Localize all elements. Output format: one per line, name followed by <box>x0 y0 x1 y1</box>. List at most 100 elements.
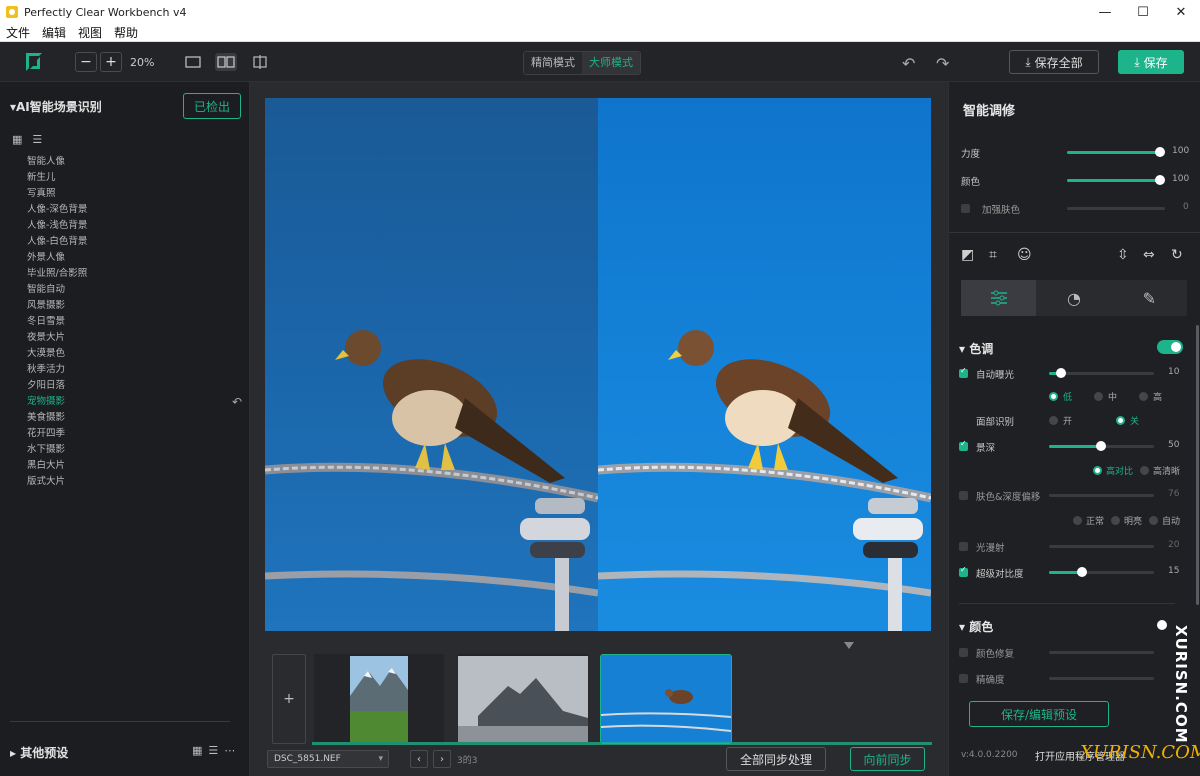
scene-item[interactable]: 大漠景色 <box>27 346 87 362</box>
color-fix-checkbox[interactable] <box>959 648 968 657</box>
scene-item[interactable]: 毕业照/合影照 <box>27 266 87 282</box>
reset-icon[interactable]: ↶ <box>232 395 242 409</box>
skin-bright-radio[interactable] <box>1111 516 1120 525</box>
scene-item[interactable]: 宠物摄影 <box>27 394 87 410</box>
scene-item[interactable]: 美食摄影 <box>27 410 87 426</box>
skin-enhance-checkbox[interactable] <box>961 204 970 213</box>
flip-horizontal-icon[interactable]: ⇔ <box>1143 247 1155 263</box>
scene-item[interactable]: 水下摄影 <box>27 442 87 458</box>
depth-slider[interactable] <box>1049 441 1154 451</box>
grid-view-icon[interactable]: ▦ <box>192 744 202 757</box>
more-icon[interactable]: ⋯ <box>224 744 235 757</box>
scene-item[interactable]: 秋季活力 <box>27 362 87 378</box>
thumbnail-selected[interactable] <box>600 654 732 744</box>
thumbnail[interactable] <box>314 654 444 744</box>
file-select[interactable]: DSC_5851.NEF <box>267 750 389 768</box>
scene-item[interactable]: 人像-白色背景 <box>27 234 87 250</box>
thumbnail[interactable] <box>458 654 588 744</box>
before-image[interactable] <box>265 98 598 631</box>
color-section-header[interactable]: ▾ 颜色 <box>959 618 993 635</box>
tone-section-header[interactable]: ▾ 色调 <box>959 340 993 357</box>
scene-item[interactable]: 版式大片 <box>27 474 87 490</box>
exposure-high-radio[interactable] <box>1139 392 1148 401</box>
scene-item[interactable]: 外景人像 <box>27 250 87 266</box>
accuracy-checkbox[interactable] <box>959 674 968 683</box>
depth-high-contrast-radio[interactable] <box>1093 466 1102 475</box>
scene-item[interactable]: 人像-深色背景 <box>27 202 87 218</box>
simple-mode-button[interactable]: 精简模式 <box>524 52 582 74</box>
zoom-in-button[interactable]: + <box>100 52 122 72</box>
save-edit-preset-button[interactable]: 保存/编辑预设 <box>969 701 1109 727</box>
face-detect-off-radio[interactable] <box>1116 416 1125 425</box>
slider-knob[interactable] <box>1155 175 1165 185</box>
crop-icon[interactable]: ⌗ <box>989 247 997 263</box>
skin-auto-radio[interactable] <box>1149 516 1158 525</box>
scene-item[interactable]: 夕阳日落 <box>27 378 87 394</box>
skin-depth-checkbox[interactable] <box>959 491 968 500</box>
filmstrip-scrollbar[interactable] <box>312 742 932 745</box>
scene-item[interactable]: 新生儿 <box>27 170 87 186</box>
redo-icon[interactable]: ↷ <box>936 54 949 73</box>
crop-compare-icon[interactable] <box>249 53 271 71</box>
sync-previous-button[interactable]: 向前同步 <box>850 747 925 771</box>
list-view-icon[interactable]: ☰ <box>208 744 218 757</box>
menu-view[interactable]: 视图 <box>72 24 108 41</box>
master-mode-button[interactable]: 大师模式 <box>582 52 640 74</box>
scene-item[interactable]: 人像-浅色背景 <box>27 218 87 234</box>
color-fix-slider[interactable] <box>1049 651 1154 654</box>
undo-icon[interactable]: ↶ <box>902 54 915 73</box>
tab-face[interactable]: ◔ <box>1036 280 1111 316</box>
list-view-icon[interactable]: ☰ <box>32 133 42 146</box>
exposure-mid-radio[interactable] <box>1094 392 1103 401</box>
prev-image-button[interactable]: ‹ <box>410 750 428 768</box>
menu-help[interactable]: 帮助 <box>108 24 144 41</box>
sync-all-button[interactable]: 全部同步处理 <box>726 747 826 771</box>
scene-item[interactable]: 风景摄影 <box>27 298 87 314</box>
after-image[interactable] <box>598 98 931 631</box>
menu-edit[interactable]: 编辑 <box>36 24 72 41</box>
scene-item[interactable]: 智能人像 <box>27 154 87 170</box>
minimize-button[interactable]: — <box>1086 0 1124 24</box>
maximize-button[interactable]: ☐ <box>1124 0 1162 24</box>
add-image-button[interactable]: + <box>272 654 306 744</box>
scene-item[interactable]: 冬日雪景 <box>27 314 87 330</box>
skin-depth-slider[interactable] <box>1049 494 1154 497</box>
slider-knob[interactable] <box>1077 567 1087 577</box>
single-view-icon[interactable] <box>182 53 204 71</box>
skin-enhance-slider[interactable] <box>1067 207 1165 210</box>
skin-normal-radio[interactable] <box>1073 516 1082 525</box>
strength-slider[interactable] <box>1067 147 1165 157</box>
slider-knob[interactable] <box>1155 147 1165 157</box>
curves-icon[interactable]: ◩ <box>961 247 974 263</box>
detected-button[interactable]: 已检出 <box>183 93 241 119</box>
split-marker-icon[interactable] <box>844 642 854 649</box>
scene-panel-title[interactable]: ▾AI智能场景识别 <box>10 98 102 115</box>
right-panel-scrollbar[interactable] <box>1196 325 1199 605</box>
super-contrast-slider[interactable] <box>1049 567 1154 577</box>
auto-exposure-slider[interactable] <box>1049 368 1154 378</box>
save-all-button[interactable]: ⤓ 保存全部 <box>1009 50 1099 74</box>
accuracy-slider[interactable] <box>1049 677 1154 680</box>
depth-high-clarity-radio[interactable] <box>1140 466 1149 475</box>
light-diffuse-slider[interactable] <box>1049 545 1154 548</box>
super-contrast-checkbox[interactable] <box>959 565 968 577</box>
face-detect-on-radio[interactable] <box>1049 416 1058 425</box>
rotate-icon[interactable]: ↻ <box>1171 247 1183 263</box>
tab-adjustments[interactable] <box>961 280 1037 316</box>
zoom-out-button[interactable]: − <box>75 52 97 72</box>
tone-toggle[interactable] <box>1157 340 1183 354</box>
grid-view-icon[interactable]: ▦ <box>12 133 22 146</box>
scene-item[interactable]: 夜景大片 <box>27 330 87 346</box>
save-button[interactable]: ⤓ 保存 <box>1118 50 1184 74</box>
next-image-button[interactable]: › <box>433 750 451 768</box>
scene-item[interactable]: 花开四季 <box>27 426 87 442</box>
scene-item[interactable]: 智能自动 <box>27 282 87 298</box>
tab-creative[interactable]: ✎ <box>1112 280 1187 316</box>
depth-checkbox[interactable] <box>959 439 968 451</box>
split-view-icon[interactable] <box>215 53 237 71</box>
slider-knob[interactable] <box>1056 368 1066 378</box>
exposure-low-radio[interactable] <box>1049 392 1058 401</box>
light-diffuse-checkbox[interactable] <box>959 542 968 551</box>
slider-knob[interactable] <box>1096 441 1106 451</box>
close-button[interactable]: ✕ <box>1162 0 1200 24</box>
